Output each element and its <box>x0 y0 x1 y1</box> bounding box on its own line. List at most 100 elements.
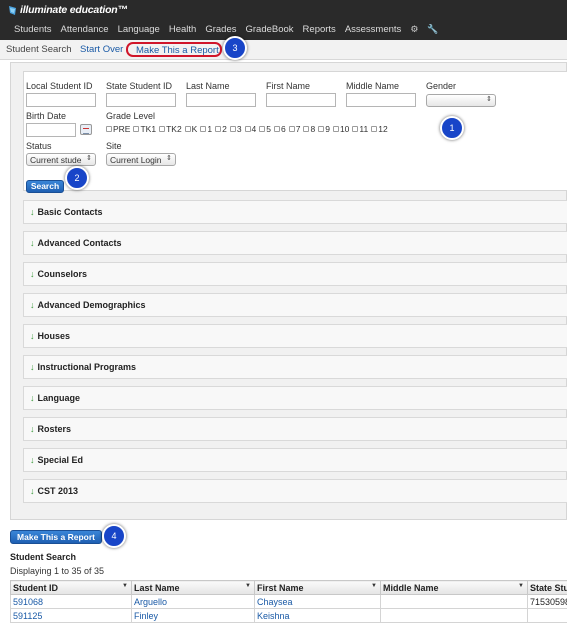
results-title: Student Search <box>10 552 77 562</box>
step-badge-1: 1 <box>440 116 464 140</box>
table-row: 591125 Finley Keishna <box>10 608 567 623</box>
step-badge-4: 4 <box>102 524 126 548</box>
nav-students[interactable]: Students <box>14 24 52 35</box>
select-arrows-icon: ⇕ <box>166 155 172 162</box>
expand-arrow-icon: ↓ <box>30 455 35 465</box>
main-nav: Students Attendance Language Health Grad… <box>14 24 439 35</box>
grade-checkbox-7[interactable]: 7 <box>288 124 300 134</box>
nav-grades[interactable]: Grades <box>205 24 236 35</box>
cell-student-id[interactable]: 591068 <box>10 594 132 609</box>
grade-level-checkboxes: PRE TK1 TK2 K 1 2 3 4 5 6 7 8 9 10 11 12 <box>106 124 388 134</box>
step-badge-2: 2 <box>65 166 89 190</box>
cell-last-name[interactable]: Arguello <box>131 594 255 609</box>
grade-checkbox-5[interactable]: 5 <box>259 124 271 134</box>
middle-name-label: Middle Name <box>346 81 400 91</box>
step-badge-3: 3 <box>223 36 247 60</box>
section-advanced-contacts[interactable]: ↓ Advanced Contacts <box>23 231 567 255</box>
status-label: Status <box>26 141 52 151</box>
section-basic-contacts[interactable]: ↓ Basic Contacts <box>23 200 567 224</box>
calendar-icon[interactable] <box>80 124 92 135</box>
expand-arrow-icon: ↓ <box>30 486 35 496</box>
sort-icon: ▼ <box>122 583 128 589</box>
state-id-input[interactable] <box>106 93 176 107</box>
site-label: Site <box>106 141 122 151</box>
grade-checkbox-10[interactable]: 10 <box>332 124 349 134</box>
cell-first-name[interactable]: Keishna <box>254 608 381 623</box>
status-select[interactable]: Current stude ⇕ <box>26 153 96 166</box>
make-report-button[interactable]: Make This a Report <box>10 530 102 544</box>
section-rosters[interactable]: ↓ Rosters <box>23 417 567 441</box>
column-first-name[interactable]: First Name ▼ <box>254 580 381 595</box>
section-cst-2013[interactable]: ↓ CST 2013 <box>23 479 567 503</box>
local-id-input[interactable] <box>26 93 96 107</box>
column-student-id[interactable]: Student ID ▼ <box>10 580 132 595</box>
gender-label: Gender <box>426 81 457 91</box>
nav-attendance[interactable]: Attendance <box>61 24 109 35</box>
cell-student-id[interactable]: 591125 <box>10 608 132 623</box>
nav-reports[interactable]: Reports <box>303 24 336 35</box>
select-arrows-icon: ⇕ <box>86 155 92 162</box>
grade-checkbox-9[interactable]: 9 <box>318 124 330 134</box>
cell-middle-name <box>380 594 528 609</box>
section-counselors[interactable]: ↓ Counselors <box>23 262 567 286</box>
nav-language[interactable]: Language <box>118 24 160 35</box>
grade-checkbox-8[interactable]: 8 <box>303 124 315 134</box>
sort-icon: ▼ <box>518 583 524 589</box>
last-name-input[interactable] <box>186 93 256 107</box>
table-row: 591068 Arguello Chaysea 71530598 <box>10 594 567 609</box>
expand-arrow-icon: ↓ <box>30 424 35 434</box>
table-header-row: Student ID ▼ Last Name ▼ First Name ▼ Middl… <box>10 580 567 595</box>
search-form: Local Student ID State Student ID Last N… <box>23 71 567 193</box>
section-advanced-demographics[interactable]: ↓ Advanced Demographics <box>23 293 567 317</box>
results-table: Student ID ▼ Last Name ▼ First Name ▼ Middl… <box>10 580 567 623</box>
birth-date-input[interactable] <box>26 123 76 137</box>
subnav-student-search[interactable]: Student Search <box>6 44 72 55</box>
gender-select[interactable]: ⇕ <box>426 94 496 107</box>
site-value: Current Login <box>110 155 162 165</box>
first-name-label: First Name <box>266 81 311 91</box>
birth-date-label: Birth Date <box>26 111 67 121</box>
grade-checkbox-1[interactable]: 1 <box>200 124 212 134</box>
grade-checkbox-12[interactable]: 12 <box>371 124 388 134</box>
section-instructional-programs[interactable]: ↓ Instructional Programs <box>23 355 567 379</box>
column-state-student-id[interactable]: State Stu <box>527 580 567 595</box>
grade-checkbox-pre[interactable]: PRE <box>106 124 130 134</box>
grade-checkbox-4[interactable]: 4 <box>244 124 256 134</box>
expand-arrow-icon: ↓ <box>30 362 35 372</box>
site-select[interactable]: Current Login ⇕ <box>106 153 176 166</box>
cell-state-id <box>527 608 567 623</box>
grade-checkbox-3[interactable]: 3 <box>229 124 242 134</box>
sub-nav: Student Search Start Over Make This a Re… <box>0 40 567 60</box>
grade-checkbox-6[interactable]: 6 <box>274 124 286 134</box>
start-over-link[interactable]: Start Over <box>80 44 123 55</box>
cell-first-name[interactable]: Chaysea <box>254 594 381 609</box>
section-houses[interactable]: ↓ Houses <box>23 324 567 348</box>
expand-arrow-icon: ↓ <box>30 269 35 279</box>
expand-arrow-icon: ↓ <box>30 331 35 341</box>
section-language[interactable]: ↓ Language <box>23 386 567 410</box>
nav-assessments[interactable]: Assessments <box>345 24 402 35</box>
section-special-ed[interactable]: ↓ Special Ed <box>23 448 567 472</box>
app-logo[interactable]: illuminate education™ <box>8 3 128 17</box>
wrench-icon[interactable]: 🔧 <box>427 24 438 35</box>
make-report-link[interactable]: Make This a Report <box>126 42 222 57</box>
cell-middle-name <box>380 608 528 623</box>
state-id-label: State Student ID <box>106 81 173 91</box>
sort-icon: ▼ <box>371 583 377 589</box>
search-button[interactable]: Search <box>26 180 64 193</box>
grade-checkbox-tk1[interactable]: TK1 <box>133 124 156 134</box>
grade-checkbox-k[interactable]: K <box>184 124 197 134</box>
grade-checkbox-11[interactable]: 11 <box>352 124 368 134</box>
nav-gradebook[interactable]: GradeBook <box>245 24 293 35</box>
grade-checkbox-tk2[interactable]: TK2 <box>159 124 182 134</box>
cell-last-name[interactable]: Finley <box>131 608 255 623</box>
gear-icon[interactable]: ⚙ <box>410 24 418 35</box>
nav-health[interactable]: Health <box>169 24 196 35</box>
status-value: Current stude <box>30 155 82 165</box>
column-middle-name[interactable]: Middle Name ▼ <box>380 580 528 595</box>
middle-name-input[interactable] <box>346 93 416 107</box>
column-last-name[interactable]: Last Name ▼ <box>131 580 255 595</box>
expand-arrow-icon: ↓ <box>30 207 35 217</box>
grade-checkbox-2[interactable]: 2 <box>215 124 227 134</box>
first-name-input[interactable] <box>266 93 336 107</box>
